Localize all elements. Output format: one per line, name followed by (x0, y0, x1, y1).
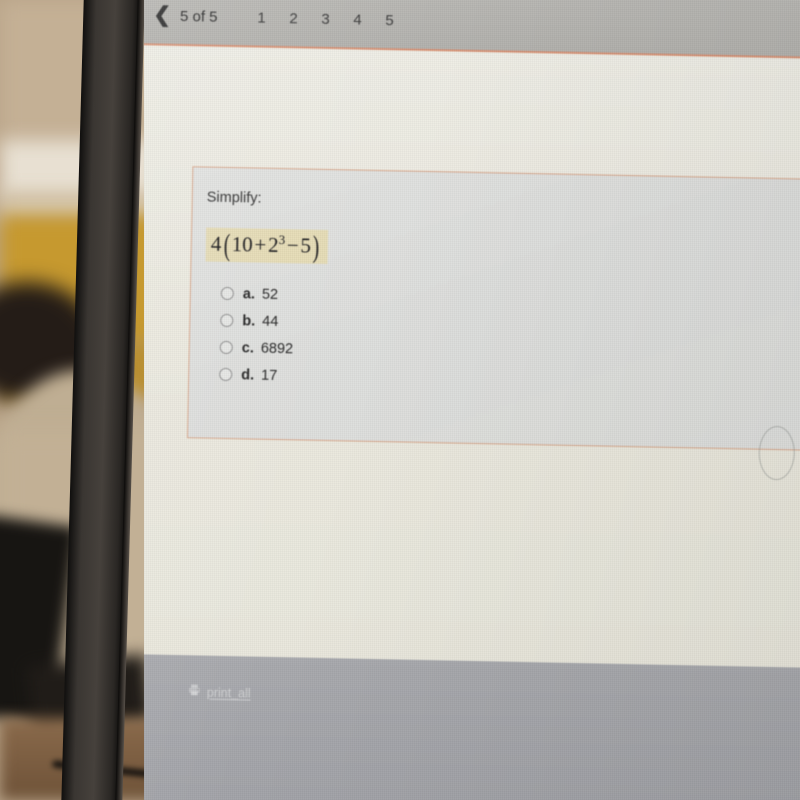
radio-button-a[interactable] (220, 287, 234, 301)
question-counter: 5 of 5 (179, 7, 218, 26)
math-coefficient: 4 (210, 231, 222, 256)
math-operand-b: 5 (300, 233, 312, 258)
math-operator-2: − (286, 233, 299, 258)
screen: ❮ 5 of 5 1 2 3 4 5 Simplify: 4(10 + 23 −… (144, 0, 800, 800)
radio-button-c[interactable] (219, 341, 233, 355)
radio-button-d[interactable] (219, 368, 233, 382)
question-prompt: Simplify: (206, 189, 262, 207)
radio-button-b[interactable] (220, 314, 234, 328)
choice-value-b: 44 (262, 313, 279, 330)
page-number-5[interactable]: 5 (373, 11, 405, 29)
math-close-paren: ) (312, 228, 320, 264)
laptop-screen-photo: ❮ 5 of 5 1 2 3 4 5 Simplify: 4(10 + 23 −… (0, 0, 800, 800)
page-number-2[interactable]: 2 (277, 9, 309, 27)
answer-choice-list: a. 52 b. 44 c. 6892 d. 17 (219, 280, 800, 400)
choice-letter-c: c. (241, 340, 255, 357)
page-number-1[interactable]: 1 (245, 9, 277, 27)
clipped-circle-decoration (758, 425, 796, 481)
chevron-left-icon[interactable]: ❮ (153, 3, 171, 26)
printer-icon (188, 683, 201, 701)
math-expression-highlight: 4(10 + 23 − 5) (205, 226, 329, 265)
math-open-paren: ( (222, 226, 231, 263)
print-all-link[interactable]: print_all (188, 683, 251, 702)
math-base: 2 (267, 232, 279, 257)
question-card: Simplify: 4(10 + 23 − 5) a. 52 b. 44 c. … (186, 166, 800, 452)
page-number-list: 1 2 3 4 5 (245, 9, 405, 29)
choice-value-d: 17 (260, 367, 278, 384)
math-operand-a: 10 (231, 232, 253, 257)
choice-letter-a: a. (242, 286, 256, 303)
math-operator-1: + (254, 232, 267, 257)
print-all-label: print_all (206, 685, 251, 701)
choice-value-c: 6892 (260, 340, 294, 358)
math-expression: 4(10 + 23 − 5) (210, 226, 322, 264)
choice-letter-b: b. (242, 313, 256, 330)
choice-letter-d: d. (241, 367, 255, 384)
math-exponent: 3 (278, 231, 286, 248)
page-number-4[interactable]: 4 (341, 11, 373, 29)
page-number-3[interactable]: 3 (309, 10, 341, 28)
choice-value-a: 52 (261, 286, 279, 303)
footer-bar: print_all (144, 653, 800, 800)
